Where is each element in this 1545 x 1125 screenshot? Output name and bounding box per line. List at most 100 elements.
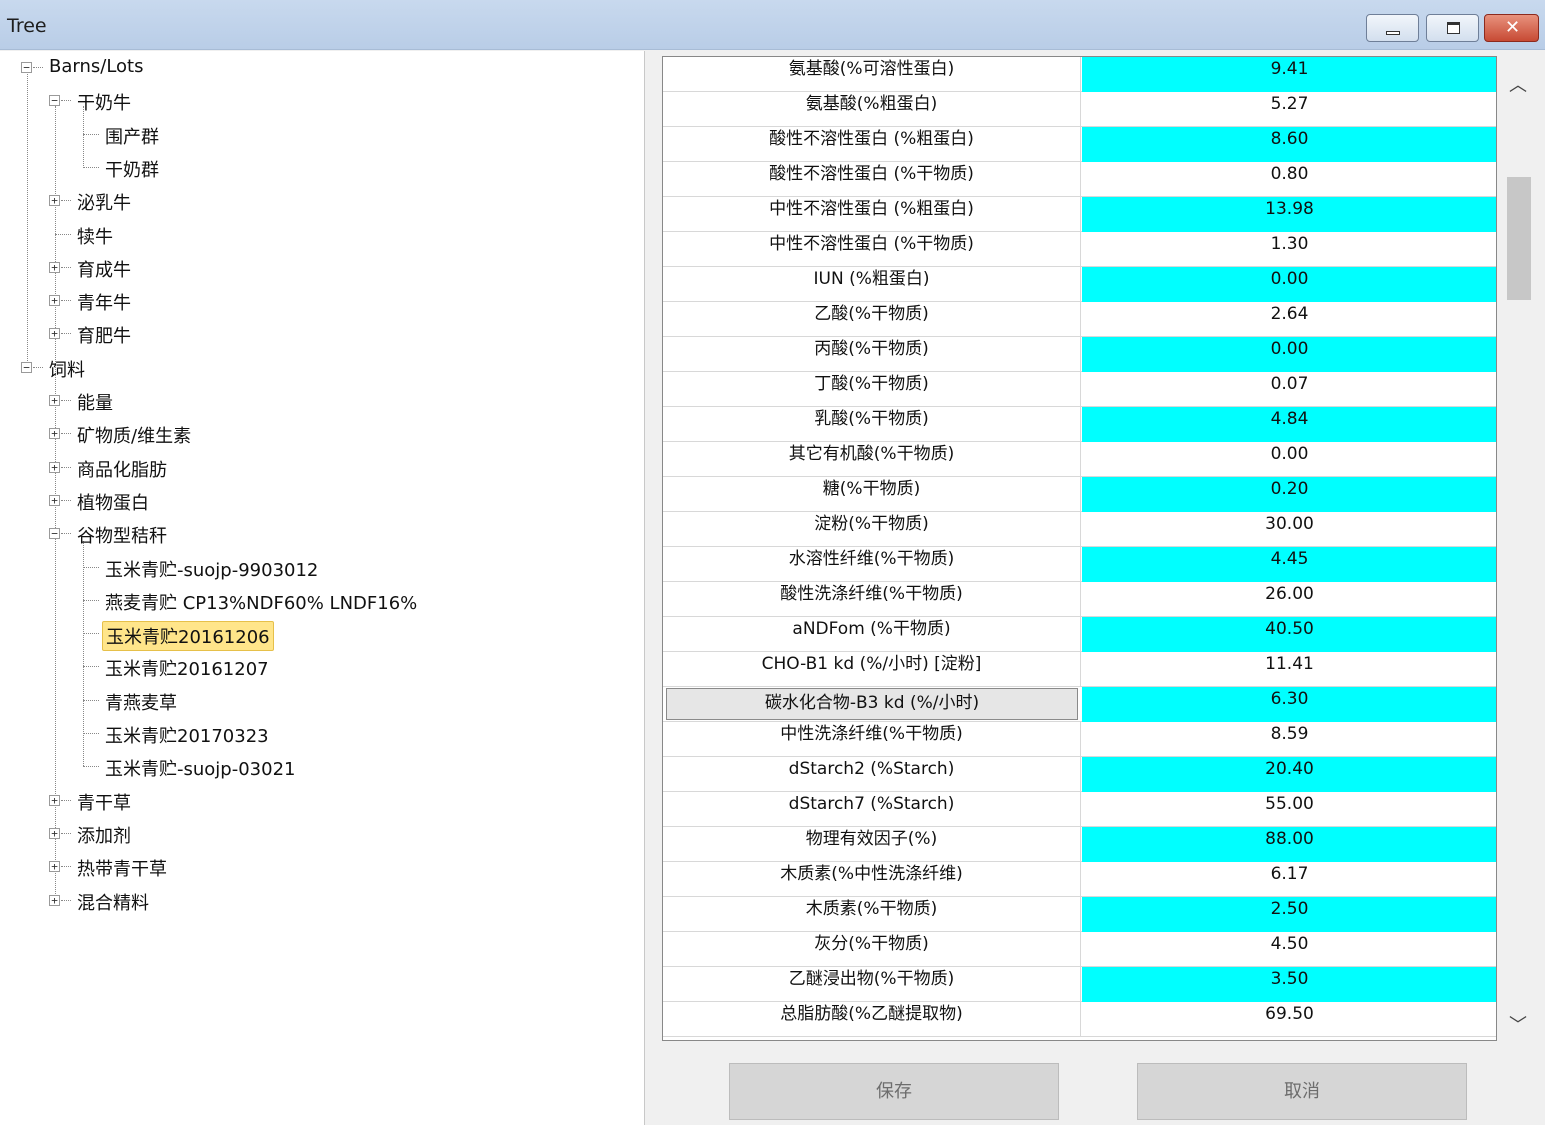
table-row[interactable]: 中性不溶性蛋白 (%粗蛋白) 13.98	[663, 197, 1496, 232]
cancel-button[interactable]: 取消	[1137, 1063, 1467, 1120]
chevron-up-icon[interactable]: ︿	[1503, 71, 1533, 101]
expand-icon[interactable]: +	[49, 295, 60, 307]
expand-icon[interactable]: +	[49, 195, 60, 207]
table-row[interactable]: 酸性洗涤纤维(%干物质) 26.00	[663, 582, 1496, 617]
feed-properties-grid[interactable]: 氨基酸(%可溶性蛋白) 9.41 氨基酸(%粗蛋白) 5.27 酸性不溶性蛋白 (%粗蛋…	[662, 56, 1497, 1041]
tree-node[interactable]: − 干奶牛	[0, 88, 640, 114]
property-value-cell[interactable]: 0.07	[1082, 372, 1496, 407]
property-value-cell[interactable]: 4.50	[1082, 932, 1496, 967]
table-row[interactable]: 糖(%干物质) 0.20	[663, 477, 1496, 512]
property-value-cell[interactable]: 20.40	[1082, 757, 1496, 792]
expand-icon[interactable]: +	[49, 328, 60, 340]
tree-node-label[interactable]: 玉米青贮-suojp-03021	[102, 754, 298, 782]
property-value-cell[interactable]: 2.50	[1082, 897, 1496, 932]
tree-node[interactable]: 玉米青贮-suojp-03021	[0, 754, 640, 780]
expand-icon[interactable]: +	[49, 827, 60, 839]
table-row[interactable]: 乙酸(%干物质) 2.64	[663, 302, 1496, 337]
scroll-thumb[interactable]	[1507, 177, 1531, 300]
tree-node[interactable]: − 饲料	[0, 355, 640, 381]
property-value-cell[interactable]: 1.30	[1082, 232, 1496, 267]
tree-node-label[interactable]: 能量	[74, 388, 116, 416]
property-value-cell[interactable]: 8.60	[1082, 127, 1496, 162]
tree-node-label[interactable]: 燕麦青贮 CP13%NDF60% LNDF16%	[102, 588, 420, 616]
table-row[interactable]: 酸性不溶性蛋白 (%干物质) 0.80	[663, 162, 1496, 197]
expand-icon[interactable]: +	[49, 395, 60, 406]
expand-icon[interactable]: +	[49, 261, 60, 273]
tree-node[interactable]: 青燕麦草	[0, 688, 640, 714]
property-value-cell[interactable]: 69.50	[1082, 1002, 1496, 1037]
property-value-cell[interactable]: 30.00	[1082, 512, 1496, 547]
tree-node[interactable]: 玉米青贮20170323	[0, 721, 640, 747]
table-row[interactable]: 丙酸(%干物质) 0.00	[663, 337, 1496, 372]
chevron-down-icon[interactable]: ﹀	[1503, 1011, 1533, 1041]
property-value-cell[interactable]: 9.41	[1082, 57, 1496, 92]
table-row[interactable]: 其它有机酸(%干物质) 0.00	[663, 442, 1496, 477]
tree-node[interactable]: 围产群	[0, 122, 640, 148]
expand-icon[interactable]: +	[49, 461, 60, 473]
property-value-cell[interactable]: 26.00	[1082, 582, 1496, 617]
tree-node-label[interactable]: 饲料	[46, 355, 88, 383]
tree-panel[interactable]: − Barns/Lots − 干奶牛 围产群 干奶群 + 泌乳牛 犊牛 + 育成牛 + 青年牛 + 育肥牛 −…	[0, 51, 645, 1125]
collapse-icon[interactable]: −	[49, 528, 60, 540]
tree-node-label[interactable]: 矿物质/维生素	[74, 421, 194, 449]
property-value-cell[interactable]: 0.00	[1082, 337, 1496, 372]
collapse-icon[interactable]: −	[49, 95, 60, 107]
property-value-cell[interactable]: 6.30	[1082, 687, 1496, 722]
tree-node-label[interactable]: 围产群	[102, 122, 162, 150]
property-value-cell[interactable]: 0.00	[1082, 267, 1496, 302]
table-row[interactable]: 中性不溶性蛋白 (%干物质) 1.30	[663, 232, 1496, 267]
table-row[interactable]: 氨基酸(%粗蛋白) 5.27	[663, 92, 1496, 127]
table-row[interactable]: 乳酸(%干物质) 4.84	[663, 407, 1496, 442]
tree-node-label[interactable]: 玉米青贮20161207	[102, 654, 272, 682]
property-value-cell[interactable]: 0.00	[1082, 442, 1496, 477]
tree-node[interactable]: + 植物蛋白	[0, 488, 640, 514]
minimize-button[interactable]	[1366, 14, 1419, 42]
table-row[interactable]: 水溶性纤维(%干物质) 4.45	[663, 547, 1496, 582]
tree-node-label[interactable]: 青年牛	[74, 288, 134, 316]
tree-node-label[interactable]: 添加剂	[74, 821, 134, 849]
tree-node-label[interactable]: 热带青干草	[74, 854, 170, 882]
property-value-cell[interactable]: 11.41	[1082, 652, 1496, 687]
vertical-scrollbar[interactable]: ︿ ﹀	[1503, 56, 1533, 1041]
table-row[interactable]: 碳水化合物-B3 kd (%/小时) 6.30	[663, 687, 1496, 722]
close-button[interactable]: ✕	[1484, 14, 1539, 42]
table-row[interactable]: aNDFom (%干物质) 40.50	[663, 617, 1496, 652]
tree-node[interactable]: + 添加剂	[0, 821, 640, 847]
property-value-cell[interactable]: 8.59	[1082, 722, 1496, 757]
expand-icon[interactable]: +	[49, 494, 60, 506]
tree-node-label[interactable]: 混合精料	[74, 888, 152, 916]
tree-node[interactable]: + 育肥牛	[0, 321, 640, 347]
property-value-cell[interactable]: 4.45	[1082, 547, 1496, 582]
expand-icon[interactable]: +	[49, 894, 60, 906]
tree-node-label[interactable]: 青燕麦草	[102, 688, 180, 716]
property-value-cell[interactable]: 40.50	[1082, 617, 1496, 652]
tree-node-label[interactable]: 商品化脂肪	[74, 455, 170, 483]
tree-node-label[interactable]: 玉米青贮-suojp-9903012	[102, 555, 321, 583]
table-row[interactable]: CHO-B1 kd (%/小时) [淀粉] 11.41	[663, 652, 1496, 687]
table-row[interactable]: IUN (%粗蛋白) 0.00	[663, 267, 1496, 302]
tree-node[interactable]: + 商品化脂肪	[0, 455, 640, 481]
property-value-cell[interactable]: 4.84	[1082, 407, 1496, 442]
tree-node[interactable]: − Barns/Lots	[0, 55, 640, 79]
property-value-cell[interactable]: 0.80	[1082, 162, 1496, 197]
property-value-cell[interactable]: 5.27	[1082, 92, 1496, 127]
table-row[interactable]: 灰分(%干物质) 4.50	[663, 932, 1496, 967]
tree-node-label[interactable]: 泌乳牛	[74, 188, 134, 216]
tree-node[interactable]: 玉米青贮-suojp-9903012	[0, 555, 640, 581]
tree-node-label[interactable]: 青干草	[74, 788, 134, 816]
tree-node[interactable]: + 育成牛	[0, 255, 640, 281]
tree-node-label[interactable]: 玉米青贮20170323	[102, 721, 272, 749]
tree-node-label[interactable]: 犊牛	[74, 222, 116, 250]
tree-node-label[interactable]: Barns/Lots	[46, 55, 146, 78]
tree-node[interactable]: + 能量	[0, 388, 640, 414]
tree-node[interactable]: + 热带青干草	[0, 854, 640, 880]
property-value-cell[interactable]: 88.00	[1082, 827, 1496, 862]
table-row[interactable]: 中性洗涤纤维(%干物质) 8.59	[663, 722, 1496, 757]
tree-node[interactable]: + 混合精料	[0, 888, 640, 914]
tree-node-label[interactable]: 玉米青贮20161206	[102, 621, 274, 652]
expand-icon[interactable]: +	[49, 428, 60, 440]
table-row[interactable]: 乙醚浸出物(%干物质) 3.50	[663, 967, 1496, 1002]
table-row[interactable]: dStarch2 (%Starch) 20.40	[663, 757, 1496, 792]
expand-icon[interactable]: +	[49, 794, 60, 806]
table-row[interactable]: dStarch7 (%Starch) 55.00	[663, 792, 1496, 827]
